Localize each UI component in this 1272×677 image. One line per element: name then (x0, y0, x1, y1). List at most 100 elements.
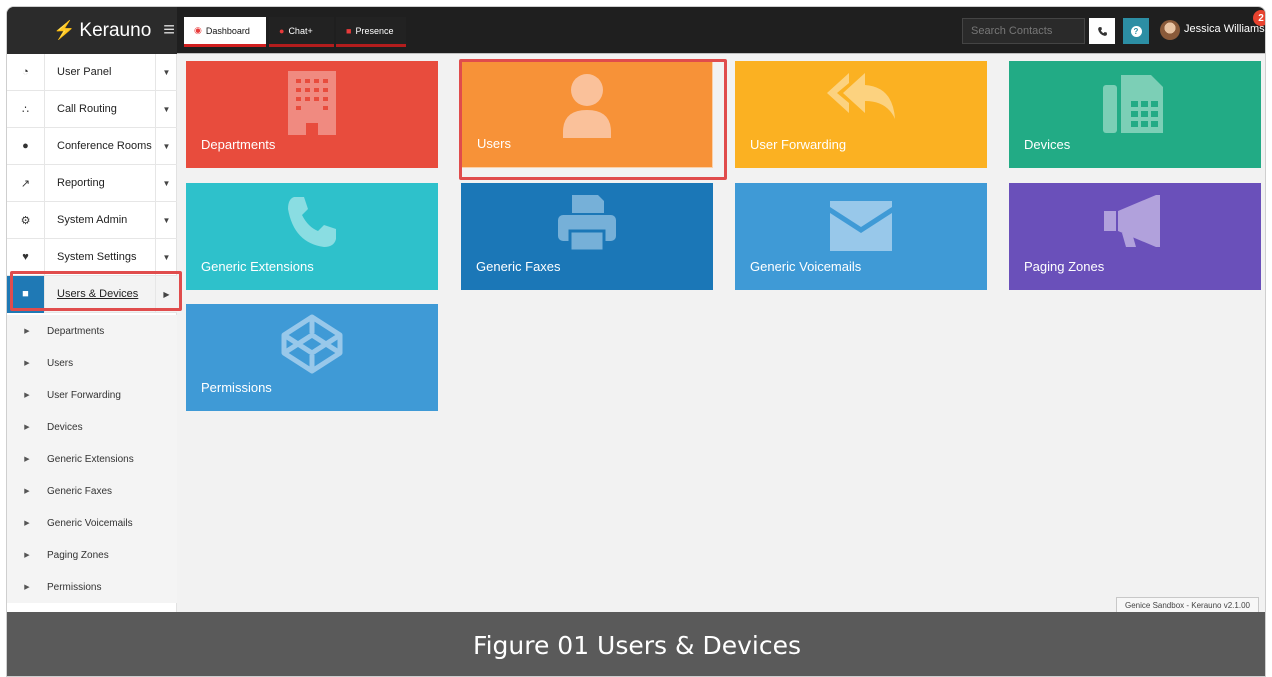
printer-icon (558, 195, 616, 253)
caret-down-icon[interactable]: ▼ (155, 201, 177, 239)
sitemap-icon: ∴ (7, 90, 45, 128)
tile-label: Permissions (201, 380, 272, 395)
comment-icon: ● (279, 25, 285, 36)
subitem-generic-voicemails[interactable]: ▶ Generic Voicemails (7, 507, 177, 539)
subitem-label: User Forwarding (47, 389, 121, 401)
sidebar-item-conference-rooms[interactable]: ● Conference Rooms ▼ (7, 127, 177, 165)
tile-user-forwarding[interactable]: User Forwarding (735, 61, 987, 168)
caret-down-icon[interactable]: ▼ (155, 53, 177, 91)
caption-text: Figure 01 Users & Devices (473, 630, 801, 660)
line-chart-icon: ↗ (7, 164, 45, 202)
subitem-label: Generic Faxes (47, 485, 113, 497)
sidebar-item-label: Reporting (57, 177, 105, 189)
tile-label: Devices (1024, 137, 1071, 152)
subitem-user-forwarding[interactable]: ▶ User Forwarding (7, 379, 177, 411)
notification-badge[interactable]: 2 (1253, 10, 1265, 26)
gears-icon: ⚙ (7, 201, 45, 239)
arrow-right-icon: ▶ (24, 584, 30, 591)
tile-label: Generic Extensions (201, 259, 314, 274)
highlight-box-users-tile (459, 59, 727, 180)
arrow-right-icon: ▶ (24, 360, 30, 367)
tab-presence[interactable]: ■ Presence (336, 17, 406, 47)
heartbeat-icon: ♥ (7, 238, 45, 276)
tile-label: Departments (201, 137, 276, 152)
fax-phone-icon (1103, 75, 1163, 133)
version-label: Genice Sandbox - Kerauno v2.1.00 (1116, 597, 1259, 613)
hamburger-menu-icon[interactable]: ≡ (163, 19, 175, 42)
search-contacts-input[interactable]: Search Contacts (962, 18, 1085, 44)
dashboard-icon: ◉ (194, 25, 202, 35)
subitem-departments[interactable]: ▶ Departments (7, 315, 177, 347)
arrow-right-icon: ▶ (24, 392, 30, 399)
arrow-right-icon: ▶ (24, 424, 30, 431)
sidebar-item-system-admin[interactable]: ⚙ System Admin ▼ (7, 201, 177, 239)
sidebar-item-call-routing[interactable]: ∴ Call Routing ▼ (7, 90, 177, 128)
brand[interactable]: ⚡ Kerauno ≡ (7, 7, 177, 54)
question-icon: ? (1130, 25, 1142, 37)
caret-down-icon[interactable]: ▼ (155, 90, 177, 128)
arrow-right-icon: ▶ (24, 456, 30, 463)
tile-generic-voicemails[interactable]: Generic Voicemails (735, 183, 987, 290)
reply-all-icon (827, 73, 895, 119)
arrow-right-icon: ▶ (24, 488, 30, 495)
building-icon (288, 71, 336, 135)
subitem-paging-zones[interactable]: ▶ Paging Zones (7, 539, 177, 571)
subitem-label: Departments (47, 325, 105, 337)
help-button[interactable]: ? (1123, 18, 1149, 44)
avatar[interactable] (1160, 20, 1180, 40)
bolt-icon: ⚡ (53, 20, 76, 40)
subitem-generic-extensions[interactable]: ▶ Generic Extensions (7, 443, 177, 475)
arrow-right-icon: ▶ (24, 552, 30, 559)
sidebar-item-label: System Settings (57, 251, 137, 263)
caret-down-icon[interactable]: ▼ (155, 164, 177, 202)
phone-button[interactable] (1089, 18, 1115, 44)
highlight-box-users-devices (10, 271, 182, 311)
comments-icon: ● (7, 127, 45, 165)
sidebar-item-label: Conference Rooms (57, 140, 152, 152)
tile-permissions[interactable]: Permissions (186, 304, 438, 411)
sidebar-item-label: System Admin (57, 214, 128, 226)
subitem-users[interactable]: ▶ Users (7, 347, 177, 379)
tab-label: Chat+ (288, 25, 313, 36)
subitem-devices[interactable]: ▶ Devices (7, 411, 177, 443)
subitem-label: Generic Extensions (47, 453, 134, 465)
subitem-permissions[interactable]: ▶ Permissions (7, 571, 177, 603)
codepen-icon (281, 314, 343, 374)
brand-name: Kerauno (79, 19, 152, 41)
tile-generic-faxes[interactable]: Generic Faxes (461, 183, 713, 290)
sidebar: ◔ User Panel ▼ ∴ Call Routing ▼ ● Confer… (7, 53, 177, 612)
top-bar: ⚡ Kerauno ≡ ◉ Dashboard ● Chat+ ■ Presen… (7, 7, 1265, 54)
subitem-label: Devices (47, 421, 83, 433)
users-icon: ■ (346, 25, 352, 36)
sidebar-item-label: Call Routing (57, 103, 117, 115)
sidebar-item-label: User Panel (57, 66, 112, 78)
user-name[interactable]: Jessica Williams (1184, 23, 1265, 35)
envelope-icon (830, 201, 892, 251)
subitem-label: Permissions (47, 581, 102, 593)
tile-generic-extensions[interactable]: Generic Extensions (186, 183, 438, 290)
tile-departments[interactable]: Departments (186, 61, 438, 168)
tab-label: Presence (355, 25, 394, 36)
phone-icon (1097, 26, 1107, 36)
caret-down-icon[interactable]: ▼ (155, 238, 177, 276)
sidebar-item-user-panel[interactable]: ◔ User Panel ▼ (7, 53, 177, 91)
caret-down-icon[interactable]: ▼ (155, 127, 177, 165)
figure-caption: Figure 01 Users & Devices (7, 612, 1265, 676)
tile-label: Generic Voicemails (750, 259, 862, 274)
tile-devices[interactable]: Devices (1009, 61, 1261, 168)
tile-label: User Forwarding (750, 137, 847, 152)
sidebar-item-reporting[interactable]: ↗ Reporting ▼ (7, 164, 177, 202)
tab-chat[interactable]: ● Chat+ (269, 17, 334, 47)
subitem-generic-faxes[interactable]: ▶ Generic Faxes (7, 475, 177, 507)
subitem-label: Paging Zones (47, 549, 109, 561)
arrow-right-icon: ▶ (24, 328, 30, 335)
tile-paging-zones[interactable]: Paging Zones (1009, 183, 1261, 290)
subitem-label: Users (47, 357, 74, 369)
tab-label: Dashboard (205, 25, 250, 36)
bullhorn-icon (1104, 195, 1160, 247)
tab-dashboard[interactable]: ◉ Dashboard (184, 17, 266, 47)
tile-label: Generic Faxes (476, 259, 561, 274)
tile-label: Paging Zones (1024, 259, 1105, 274)
arrow-right-icon: ▶ (24, 520, 30, 527)
phone-icon (288, 197, 336, 247)
